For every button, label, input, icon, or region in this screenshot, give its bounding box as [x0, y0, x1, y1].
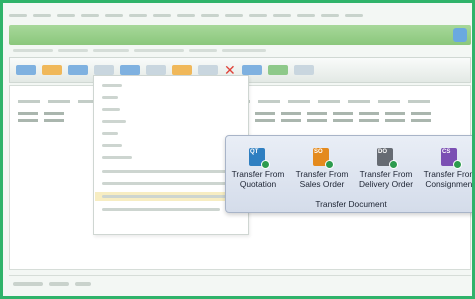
sales-order-icon-tag: SO	[314, 149, 323, 155]
table-row[interactable]	[255, 119, 431, 123]
menu-item[interactable]	[102, 118, 126, 124]
menu-item[interactable]	[102, 130, 118, 136]
transfer-document-popup: QT Transfer From Quotation SO Transfer F…	[225, 135, 475, 213]
transfer-from-quotation-button[interactable]: QT Transfer From Quotation	[226, 142, 290, 200]
delivery-order-icon: DO	[377, 148, 398, 169]
menu-item[interactable]	[102, 106, 120, 112]
menu-item[interactable]	[102, 154, 132, 160]
menu-item[interactable]	[102, 168, 238, 174]
new-icon[interactable]	[16, 65, 36, 75]
view-icon[interactable]	[68, 65, 88, 75]
folder-icon[interactable]	[172, 65, 192, 75]
button-label-line2: Sales Order	[299, 178, 345, 189]
options-icon[interactable]	[294, 65, 314, 75]
menu-item[interactable]	[102, 94, 118, 100]
table-row[interactable]	[18, 112, 64, 116]
sales-order-icon: SO	[313, 148, 334, 169]
button-label-line2: Delivery Order	[359, 178, 413, 189]
transfer-from-sales-order-button[interactable]: SO Transfer From Sales Order	[290, 142, 354, 200]
button-label-line2: Consignment	[425, 178, 475, 189]
menu-item[interactable]	[102, 206, 220, 212]
export-icon[interactable]	[146, 65, 166, 75]
button-label-line2: Quotation	[239, 178, 277, 189]
transfer-from-delivery-order-button[interactable]: DO Transfer From Delivery Order	[354, 142, 418, 200]
transfer-arrow-icon	[325, 160, 334, 169]
menu-item[interactable]	[102, 193, 236, 199]
quotation-icon-tag: QT	[250, 149, 259, 155]
consignment-icon-tag: CS	[442, 149, 451, 155]
preview-icon[interactable]	[94, 65, 114, 75]
transfer-from-consignment-button[interactable]: CS Transfer From Consignment	[418, 142, 475, 200]
edit-icon[interactable]	[42, 65, 62, 75]
quotation-icon: QT	[249, 148, 270, 169]
refresh-icon[interactable]	[242, 65, 262, 75]
copy-icon[interactable]	[198, 65, 218, 75]
print-icon[interactable]	[120, 65, 140, 75]
popup-group-label: Transfer Document	[315, 199, 387, 209]
table-row[interactable]	[255, 112, 431, 116]
window-titlebar	[9, 25, 471, 45]
app-window: ✕ QT Transfer From Quotation SO Transfer…	[0, 0, 475, 299]
menu-bar	[9, 9, 469, 21]
consignment-icon: CS	[441, 148, 462, 169]
info-bar	[9, 45, 471, 55]
transfer-icon[interactable]	[268, 65, 288, 75]
menu-item[interactable]	[102, 142, 122, 148]
menu-item[interactable]	[102, 180, 240, 186]
transfer-arrow-icon	[453, 160, 462, 169]
table-row[interactable]	[18, 119, 64, 123]
menu-item[interactable]	[102, 82, 122, 88]
status-bar	[9, 275, 471, 291]
transfer-arrow-icon	[261, 160, 270, 169]
close-icon[interactable]	[453, 28, 467, 42]
delivery-order-icon-tag: DO	[378, 149, 387, 155]
transfer-arrow-icon	[389, 160, 398, 169]
